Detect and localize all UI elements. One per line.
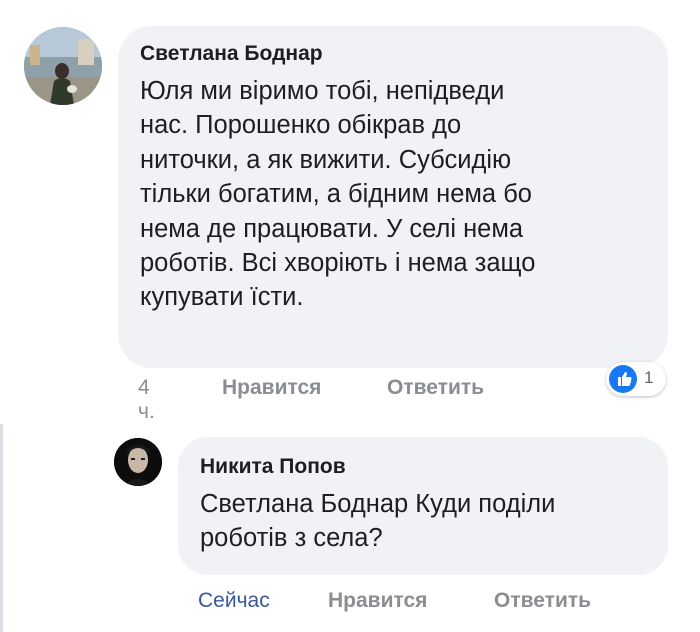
comment-text: Юля ми віримо тобі, непідведи нас. Порош… xyxy=(140,74,646,315)
like-button[interactable]: Нравится xyxy=(328,589,427,613)
comment-text-line: Юля ми віримо тобі, непідведи xyxy=(140,77,505,105)
comment-bubble: Светлана Боднар Юля ми віримо тобі, непі… xyxy=(118,26,668,368)
comment-text-line: Светлана Боднар Куди поділи xyxy=(200,490,556,518)
avatar-photo-icon xyxy=(114,438,162,486)
reaction-badge[interactable]: 1 xyxy=(606,362,666,396)
comment-author[interactable]: Никита Попов xyxy=(200,453,646,481)
avatar-photo-icon xyxy=(24,27,102,105)
comment-text-line: купувати їсти. xyxy=(140,283,304,312)
comment-timestamp[interactable]: Сейчас xyxy=(198,589,270,613)
reply-button[interactable]: Ответить xyxy=(494,589,591,613)
comment-bubble: Никита Попов Светлана Боднар Куди поділи… xyxy=(178,437,668,575)
thumbs-up-icon xyxy=(609,365,637,393)
comment-text-line: роботів. Всі хворіють і нема защо xyxy=(140,249,536,278)
comment-timestamp[interactable]: 4 ч. xyxy=(138,376,155,424)
comment-author[interactable]: Светлана Боднар xyxy=(140,40,646,68)
like-button[interactable]: Нравится xyxy=(222,376,321,400)
reply-thread-line xyxy=(0,424,3,632)
comment-text-line: роботів з села? xyxy=(200,524,383,553)
reply-button[interactable]: Ответить xyxy=(387,376,484,400)
comment-text: Светлана Боднар Куди поділи роботів з се… xyxy=(200,487,646,556)
comment-text-line: тільки богатим, а бідним нема бо xyxy=(140,180,532,209)
reaction-count: 1 xyxy=(644,368,654,387)
avatar[interactable] xyxy=(114,438,162,486)
comment-text-line: нас. Порошенко обікрав до xyxy=(140,111,462,140)
avatar[interactable] xyxy=(24,27,102,105)
comment-text-line: ниточки, а як вижити. Субсидію xyxy=(140,145,512,174)
comment-text-line: нема де працювати. У селі нема xyxy=(140,214,524,243)
